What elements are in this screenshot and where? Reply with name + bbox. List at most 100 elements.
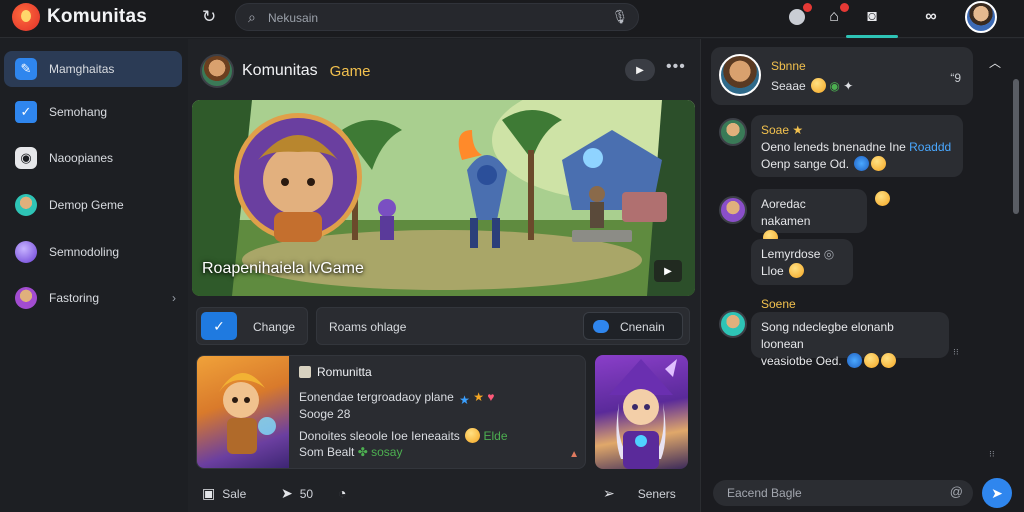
active-tab-indicator <box>846 35 898 38</box>
banner-expand-button[interactable]: ▶ <box>654 260 682 282</box>
post-card[interactable]: Romunitta Eonendae tergroadaoy plane ★ ★… <box>196 355 586 469</box>
chat-message[interactable]: Lemyrdose ◎ Lloe <box>751 239 853 285</box>
chat-avatar[interactable] <box>719 196 747 224</box>
reaction-emoji-icon[interactable] <box>875 191 890 206</box>
chat-scrollbar[interactable] <box>1013 79 1019 214</box>
refresh-icon[interactable]: ↻ <box>202 7 216 27</box>
more-dots-icon[interactable]: ⁝⁝ <box>953 347 959 358</box>
emoji-icon <box>789 263 805 278</box>
sidebar-item-2[interactable]: ◉ Naoopianes <box>4 140 182 176</box>
sidebar-item-1[interactable]: ✓ Semohang <box>4 94 182 130</box>
mention-icon[interactable]: @ <box>950 484 963 499</box>
pinned-avatar[interactable] <box>719 54 761 96</box>
star-icon: ★ <box>473 390 485 404</box>
chat-message-text: Lloe <box>761 264 784 278</box>
app-logo-icon <box>12 3 40 31</box>
home-icon[interactable]: ⌂ <box>822 3 849 29</box>
chat-message-text: veasiotbe Oed. <box>761 354 842 368</box>
info-icon: ◎ <box>823 247 835 261</box>
sidebar-item-label: Semohang <box>49 105 108 119</box>
post-thumbnail[interactable] <box>197 356 289 468</box>
roams-panel[interactable]: Roams ohlage Cnenain <box>316 307 690 345</box>
send-post-button[interactable]: ➢ Seners <box>603 485 676 502</box>
search-input[interactable] <box>268 9 588 27</box>
comment-button[interactable]: ◔ <box>338 485 346 501</box>
brush-icon: ✎ <box>15 58 37 80</box>
pinned-message[interactable]: Sbnne Seaae ◉ ✦ “9 <box>711 47 973 105</box>
brand[interactable]: Komunitas <box>12 3 147 31</box>
comment-icon: ◔ <box>338 485 347 501</box>
chat-input[interactable] <box>727 485 927 501</box>
author-avatar-icon <box>299 366 311 378</box>
sidebar-item-4[interactable]: Semnodoling <box>4 234 182 270</box>
play-button[interactable]: ▶ <box>625 59 655 81</box>
community-tag[interactable]: Game <box>330 63 371 80</box>
community-banner[interactable]: Roapenihaiela lvGame ▶ <box>192 100 695 296</box>
chat-message[interactable]: Soae ★ Oeno leneds bnenadne Ine Roaddd O… <box>751 115 963 177</box>
post-line-1: Eonendae tergroadaoy plane ★ ★ ♥ <box>299 390 494 407</box>
chat-message[interactable]: Song ndeclegbe elonanb loonean veasiotbe… <box>751 312 949 368</box>
send-icon: ➢ <box>603 485 615 501</box>
main-content: Komunitas Game ▶ ••• Roapenihaiela lvGam… <box>188 39 700 512</box>
chat-message-author: Soae <box>761 123 790 137</box>
sidebar-item-3[interactable]: Demop Geme <box>4 187 182 223</box>
sidebar-item-5[interactable]: Fastoring › <box>4 280 182 316</box>
chat-avatar[interactable] <box>719 118 747 146</box>
clover-icon: ✤ <box>357 445 368 459</box>
app-name: Komunitas <box>47 6 147 27</box>
featured-character-thumbnail[interactable] <box>595 355 688 469</box>
character-avatar-icon <box>15 287 37 309</box>
more-dots-icon[interactable]: ⁝⁝ <box>989 449 995 460</box>
bookmark-icon: ▣ <box>202 485 216 501</box>
chevron-right-icon: › <box>172 291 176 305</box>
share-button[interactable]: ➤ 50 <box>281 485 313 502</box>
post-author[interactable]: Romunitta <box>299 365 372 379</box>
camera-icon: ◉ <box>15 147 37 169</box>
community-avatar[interactable] <box>200 54 234 88</box>
chat-message-text: Oenp sange Od. <box>761 157 850 171</box>
post-text: Donoites sleoole Ioe Ieneaaits <box>299 429 460 443</box>
chat-mention[interactable]: Roaddd <box>909 140 951 154</box>
clover-icon: ◉ <box>829 79 840 93</box>
friends-icon[interactable]: ∞ <box>919 5 943 29</box>
play-icon: ▶ <box>664 265 672 277</box>
emoji-icon <box>854 156 870 171</box>
community-name: Komunitas <box>242 62 318 79</box>
post-text: Som Bealt <box>299 445 355 459</box>
chevron-up-icon[interactable]: ︿ <box>989 54 1001 71</box>
chat-panel: Sbnne Seaae ◉ ✦ “9 ︿ Soae ★ Oeno leneds … <box>700 39 1024 512</box>
post-line-3: Donoites sleoole Ioe Ieneaaits Elde <box>299 428 508 443</box>
post-line-4: Som Bealt ✤ sosay <box>299 445 402 459</box>
microphone-icon[interactable]: 🎙 <box>611 9 628 25</box>
emoji-icon <box>881 353 897 368</box>
user-avatar[interactable] <box>965 1 997 33</box>
chat-message[interactable]: Aoredac nakamen <box>751 189 867 245</box>
sidebar-item-label: Mamghaitas <box>49 62 115 76</box>
notifications-icon[interactable] <box>785 3 812 29</box>
controller-icon[interactable]: ◙ <box>860 5 884 29</box>
search-bar[interactable]: ⌕ 🎙 <box>235 3 639 31</box>
post-text: Eonendae tergroadaoy plane <box>299 390 454 404</box>
orb-icon <box>15 241 37 263</box>
share-icon: ➤ <box>281 485 293 501</box>
sidebar-item-label: Naoopianes <box>49 151 114 165</box>
community-header: Komunitas Game <box>200 54 370 88</box>
change-button[interactable]: ✓ Change <box>196 307 308 345</box>
sidebar-item-0[interactable]: ✎ Mamghaitas <box>4 51 182 87</box>
game-avatar-icon <box>15 194 37 216</box>
more-options-button[interactable]: ••• <box>666 58 686 76</box>
emoji-icon <box>811 78 827 93</box>
bookmark-button[interactable]: ▣ Sale <box>202 485 246 502</box>
chat-pill-button[interactable]: Cnenain <box>583 312 683 340</box>
notification-badge <box>803 3 812 12</box>
sidebar-item-label: Demop Geme <box>49 198 124 212</box>
chat-bubble-icon <box>593 320 609 333</box>
pill-label: Cnenain <box>620 320 665 334</box>
flag-icon[interactable]: ▲ <box>569 449 579 460</box>
chat-compose[interactable]: @ <box>713 480 973 506</box>
send-message-button[interactable]: ➤ <box>982 478 1012 508</box>
send-icon: ➤ <box>991 484 1003 501</box>
chat-avatar[interactable] <box>719 310 747 338</box>
emoji-icon <box>871 156 887 171</box>
star-icon: ★ <box>459 393 470 407</box>
